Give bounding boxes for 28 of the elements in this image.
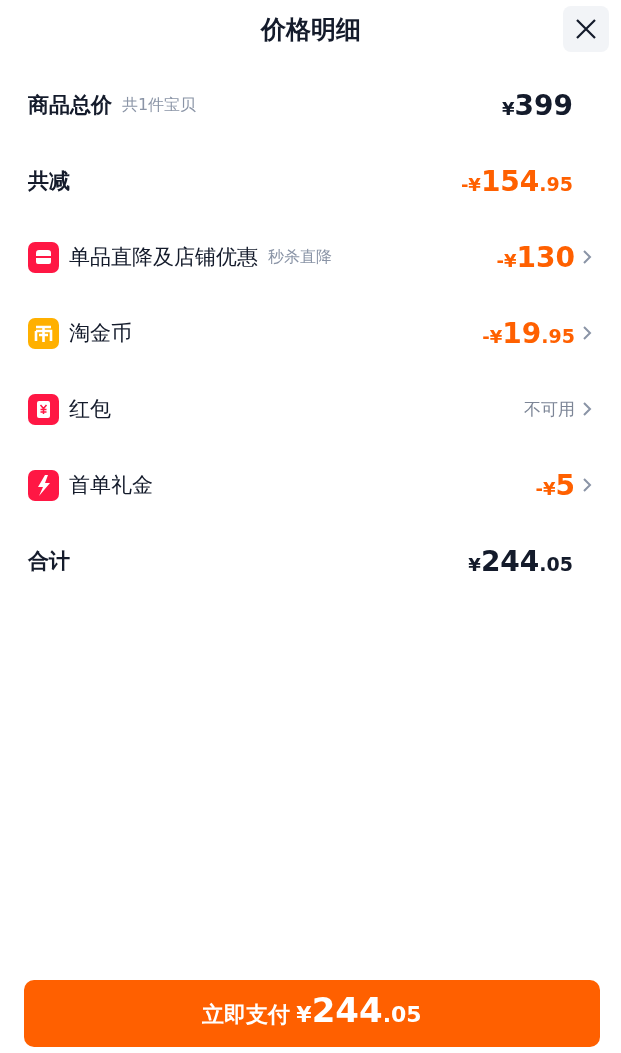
price: -¥154.95 [460, 164, 573, 198]
lightning-icon [28, 469, 59, 501]
price: ¥244.05 [468, 544, 573, 578]
pay-button[interactable]: 立即支付 ¥244.05 [24, 980, 600, 1047]
row-note: 共1件宝贝 [122, 94, 197, 116]
sheet-title: 价格明细 [260, 14, 361, 46]
close-icon [574, 17, 598, 41]
chevron-icon[interactable] [581, 325, 593, 341]
row-label: 首单礼金 [69, 472, 153, 499]
coin-icon [28, 317, 59, 349]
row-label: 商品总价 [28, 92, 112, 119]
envelope-icon [28, 393, 59, 425]
price: -¥5 [535, 468, 575, 502]
chevron-icon[interactable] [581, 477, 593, 493]
price: -¥130 [496, 240, 575, 274]
row-label: 红包 [69, 396, 111, 423]
close-button[interactable] [563, 6, 609, 52]
chevron-icon[interactable] [581, 249, 593, 265]
row-label: 淘金币 [69, 320, 132, 347]
row-label: 单品直降及店铺优惠 [69, 244, 258, 271]
row-note: 秒杀直降 [268, 246, 332, 268]
row-label: 共减 [28, 168, 70, 195]
row-label: 合计 [28, 548, 70, 575]
price: -¥19.95 [482, 316, 575, 350]
status-text: 不可用 [524, 397, 575, 421]
price: ¥399 [502, 88, 573, 122]
shop-icon [28, 241, 59, 273]
chevron-icon[interactable] [581, 401, 593, 417]
